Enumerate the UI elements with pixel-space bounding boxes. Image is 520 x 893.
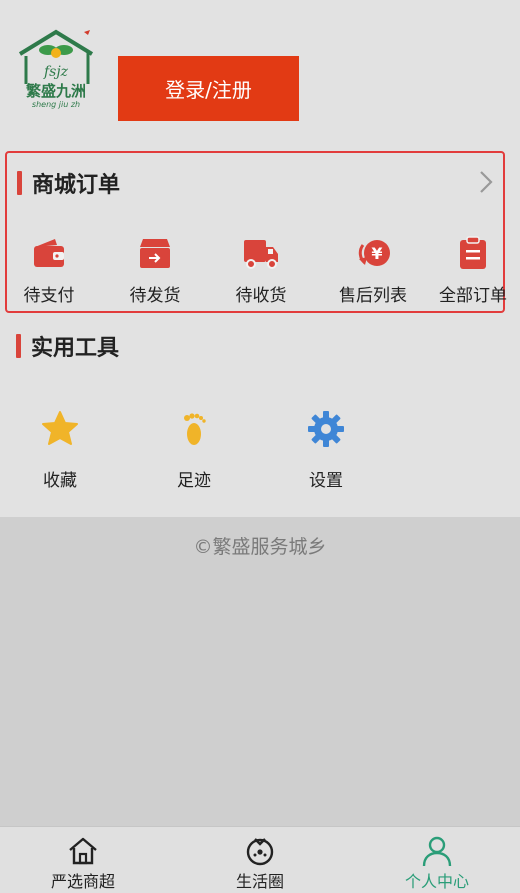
- home-icon: [69, 837, 97, 865]
- order-item-label: 待支付: [23, 286, 75, 306]
- svg-text:sheng jiu zh: sheng jiu zh: [32, 100, 80, 109]
- tab-supermarket[interactable]: 严选商超: [28, 835, 138, 892]
- brand-logo: fsjz 繁盛九洲 sheng jiu zh: [16, 28, 98, 110]
- svg-text:fsjz: fsjz: [43, 64, 69, 80]
- tool-settings[interactable]: 设置: [286, 410, 366, 491]
- order-item-label: 待收货: [235, 286, 287, 306]
- star-icon: [42, 411, 78, 445]
- tool-label: 设置: [309, 471, 343, 491]
- tab-label: 生活圈: [235, 872, 284, 891]
- section-accent-bar: [16, 334, 21, 358]
- tab-label: 个人中心: [404, 872, 469, 891]
- section-accent-bar: [17, 171, 22, 195]
- mall-orders-header: 商城订单: [17, 167, 120, 199]
- footprint-icon: [184, 413, 206, 445]
- mall-orders-card: 商城订单 待支付 待发货 待收货 ¥ 售后列表 全部订单: [5, 151, 507, 313]
- user-icon: [422, 836, 452, 867]
- order-all[interactable]: 全部订单: [423, 235, 520, 306]
- truck-icon: [244, 240, 278, 269]
- clipboard-icon: [460, 236, 486, 269]
- order-item-label: 待发货: [129, 286, 181, 306]
- order-item-label: 全部订单: [439, 286, 507, 306]
- gear-icon: [308, 411, 344, 447]
- order-pending-payment[interactable]: 待支付: [0, 235, 99, 306]
- order-pending-shipment[interactable]: 待发货: [105, 235, 205, 306]
- bottom-tab-bar: 严选商超 生活圈 个人中心: [0, 826, 520, 893]
- tab-life-circle[interactable]: 生活圈: [205, 835, 315, 892]
- clock-circle-icon: [246, 838, 274, 866]
- mall-orders-title: 商城订单: [32, 173, 121, 198]
- tool-label: 足迹: [177, 471, 211, 491]
- box-icon: [140, 239, 170, 268]
- order-status-row: 待支付 待发货 待收货 ¥ 售后列表 全部订单: [7, 235, 507, 306]
- tool-footprints[interactable]: 足迹: [154, 410, 234, 491]
- wallet-icon: [34, 239, 64, 267]
- chevron-right-icon[interactable]: [477, 169, 495, 195]
- svg-text:¥: ¥: [371, 244, 382, 263]
- refund-icon: ¥: [358, 240, 390, 266]
- login-register-button[interactable]: 登录/注册: [118, 56, 299, 121]
- order-item-label: 售后列表: [339, 286, 407, 306]
- svg-text:繁盛九洲: 繁盛九洲: [25, 82, 86, 100]
- tools-row: 收藏 足迹 设置: [0, 410, 400, 500]
- tab-label: 严选商超: [50, 872, 115, 891]
- tools-header: 实用工具: [16, 330, 119, 362]
- tools-title: 实用工具: [31, 336, 120, 361]
- tab-profile[interactable]: 个人中心: [382, 835, 492, 892]
- order-pending-receipt[interactable]: 待收货: [211, 235, 311, 306]
- order-after-sales[interactable]: ¥ 售后列表: [323, 235, 423, 306]
- tool-favorites[interactable]: 收藏: [20, 410, 100, 491]
- copyright-text: ©繁盛服务城乡: [193, 536, 327, 558]
- tool-label: 收藏: [43, 471, 77, 491]
